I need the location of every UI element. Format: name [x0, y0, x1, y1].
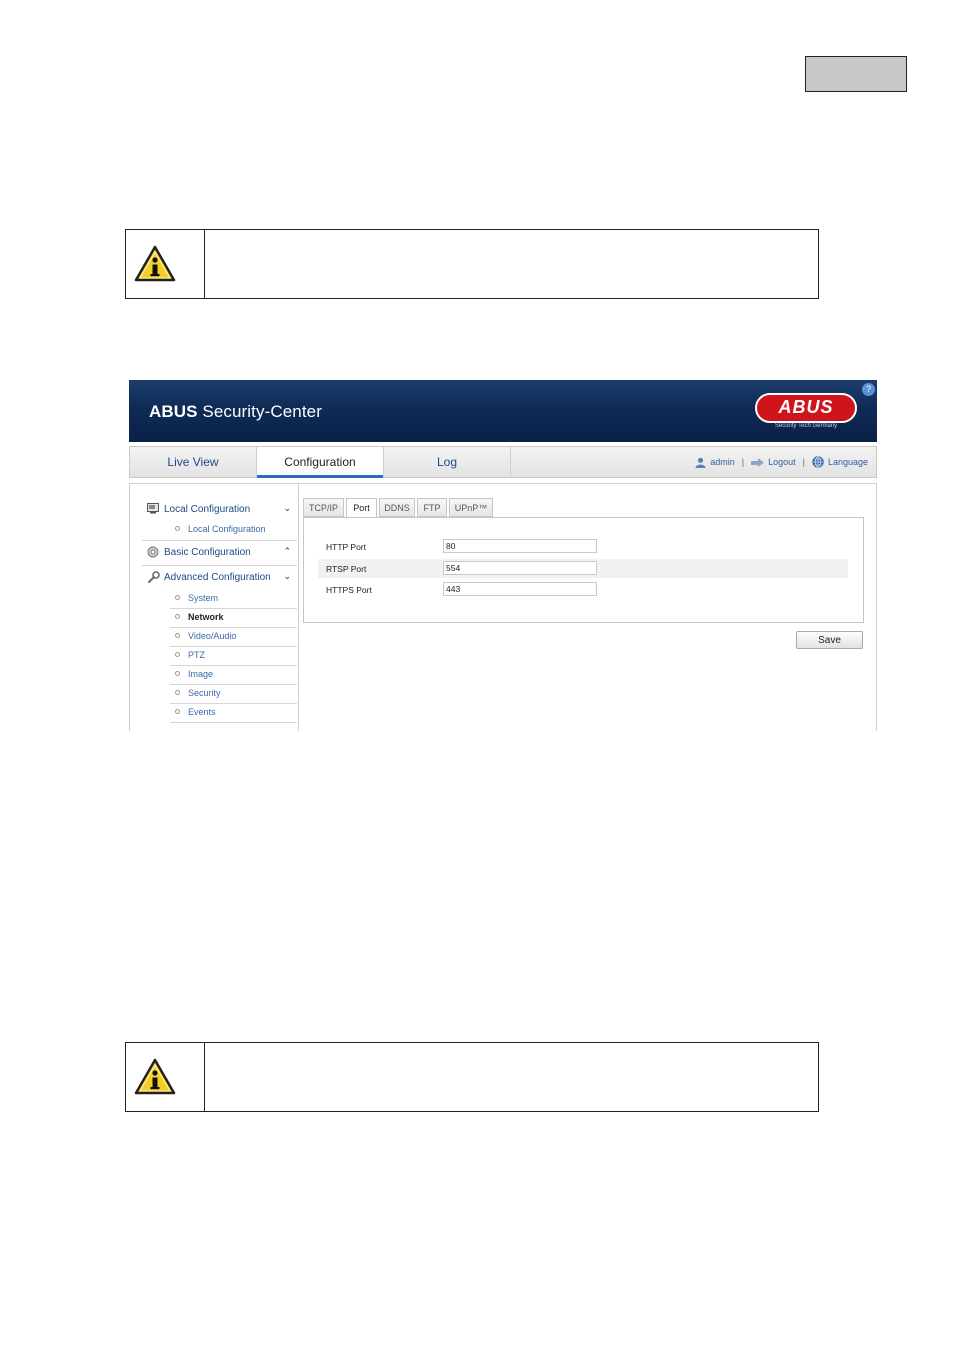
- tab-live-view[interactable]: Live View: [130, 447, 257, 477]
- sidebar-item-ptz[interactable]: PTZ: [170, 647, 297, 666]
- user-icon: [695, 457, 706, 468]
- app-title: ABUS Security-Center: [149, 402, 322, 421]
- language-link[interactable]: Language: [828, 457, 868, 467]
- rtsp-port-label: RTSP Port: [326, 564, 367, 574]
- app-banner: ABUS Security-Center ABUS Security Tech …: [129, 380, 877, 442]
- subtab-ftp[interactable]: FTP: [417, 498, 447, 517]
- config-content: Local Configuration ⌄ Local Configuratio…: [129, 483, 877, 731]
- logo-tagline: Security Tech Germany: [774, 423, 838, 429]
- sidebar-item-image[interactable]: Image: [170, 666, 297, 685]
- sidebar-advanced-configuration[interactable]: Advanced Configuration ⌄: [142, 568, 297, 588]
- rtsp-port-input[interactable]: [443, 561, 597, 575]
- subtab-tcpip[interactable]: TCP/IP: [303, 498, 344, 517]
- subtab-upnp[interactable]: UPnP™: [449, 498, 493, 517]
- info-icon-cell: [126, 230, 205, 298]
- bullet-icon: [175, 633, 180, 638]
- local-config-icon: [147, 503, 159, 514]
- bullet-icon: [175, 652, 180, 657]
- tab-configuration[interactable]: Configuration: [257, 447, 384, 478]
- logout-link[interactable]: Logout: [768, 457, 796, 467]
- bullet-icon: [175, 526, 180, 531]
- https-port-row: HTTPS Port: [318, 580, 848, 599]
- tab-log[interactable]: Log: [384, 447, 511, 477]
- sidebar-basic-configuration[interactable]: Basic Configuration ⌃: [142, 543, 297, 563]
- sidebar-item-system[interactable]: System: [170, 590, 297, 609]
- info-warning-icon: [134, 1058, 176, 1095]
- user-area: admin | Logout | Language: [695, 456, 868, 468]
- port-settings-panel: HTTP Port RTSP Port HTTPS Port: [303, 517, 864, 623]
- basic-config-icon: [147, 546, 159, 558]
- bullet-icon: [175, 595, 180, 600]
- https-port-label: HTTPS Port: [326, 585, 372, 595]
- http-port-label: HTTP Port: [326, 542, 366, 552]
- wrench-icon: [148, 571, 160, 583]
- chevron-up-icon: ⌃: [283, 546, 291, 556]
- chevron-down-icon: ⌄: [283, 503, 291, 513]
- subtab-port[interactable]: Port: [346, 498, 377, 518]
- sidebar-item-video-audio[interactable]: Video/Audio: [170, 628, 297, 647]
- save-button[interactable]: Save: [796, 631, 863, 649]
- config-sidebar: Local Configuration ⌄ Local Configuratio…: [130, 484, 299, 731]
- screenshot-web-ui: ABUS Security-Center ABUS Security Tech …: [129, 380, 877, 731]
- http-port-row: HTTP Port: [318, 537, 848, 556]
- sidebar-item-local-configuration[interactable]: Local Configuration: [170, 521, 297, 539]
- info-note-text: [205, 230, 818, 298]
- chevron-down-icon: ⌄: [283, 571, 291, 581]
- info-note-text: [205, 1043, 818, 1111]
- divider: [142, 540, 297, 541]
- subtab-ddns[interactable]: DDNS: [379, 498, 415, 517]
- globe-icon: [812, 456, 824, 468]
- sidebar-item-security[interactable]: Security: [170, 685, 297, 704]
- bullet-icon: [175, 671, 180, 676]
- bullet-icon: [175, 709, 180, 714]
- abus-logo: ABUS: [755, 393, 857, 423]
- admin-link[interactable]: admin: [710, 457, 735, 467]
- main-nav: Live View Configuration Log admin | Logout…: [129, 446, 877, 478]
- bullet-icon: [175, 690, 180, 695]
- rtsp-port-row: RTSP Port: [318, 559, 848, 578]
- info-note-box-2: [125, 1042, 819, 1112]
- sidebar-local-configuration[interactable]: Local Configuration ⌄: [142, 500, 297, 520]
- info-warning-icon: [134, 245, 176, 282]
- info-icon-cell: [126, 1043, 205, 1111]
- bullet-icon: [175, 614, 180, 619]
- https-port-input[interactable]: [443, 582, 597, 596]
- sidebar-item-events[interactable]: Events: [170, 704, 297, 723]
- info-note-box: [125, 229, 819, 299]
- http-port-input[interactable]: [443, 539, 597, 553]
- page-number-box: [805, 56, 907, 92]
- help-icon[interactable]: ?: [862, 383, 875, 396]
- logout-icon: [751, 457, 765, 467]
- sidebar-item-network[interactable]: Network: [170, 609, 297, 628]
- divider: [142, 565, 297, 566]
